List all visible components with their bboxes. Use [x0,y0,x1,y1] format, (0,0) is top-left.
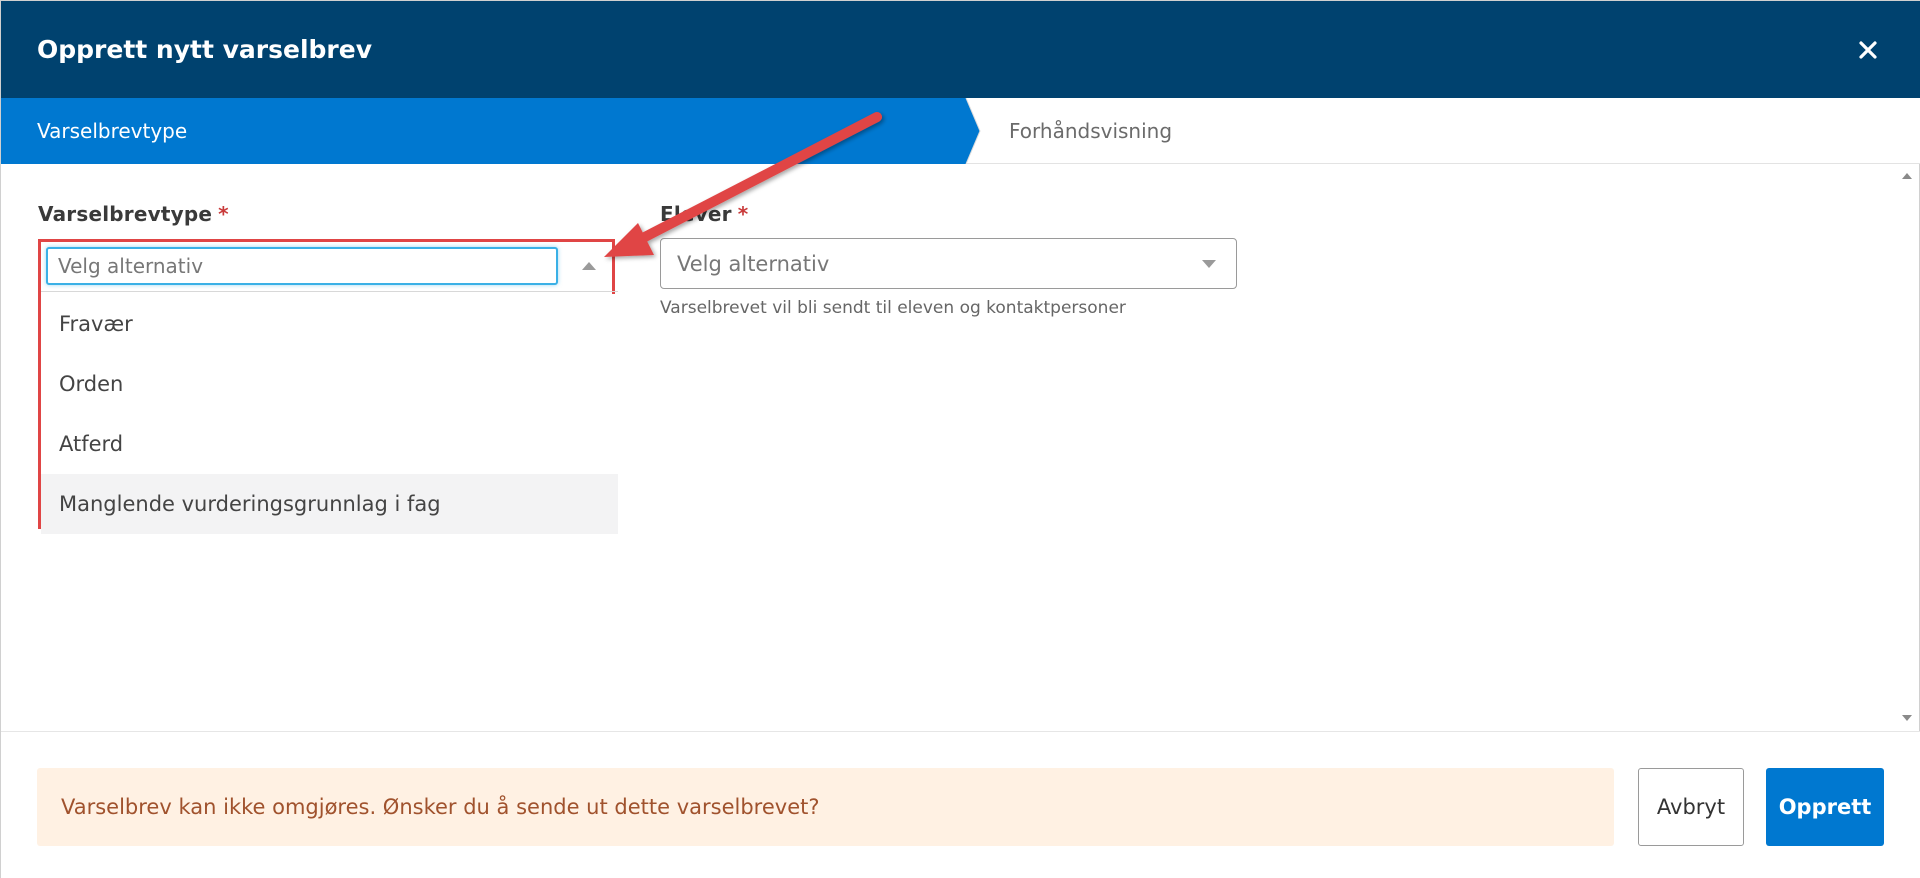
elever-placeholder: Velg alternativ [677,252,830,276]
varselbrevtype-dropdown: Fravær Orden Atferd Manglende vurderings… [38,239,618,534]
option-manglende-vurderingsgrunnlag[interactable]: Manglende vurderingsgrunnlag i fag [41,474,618,534]
dialog-footer: Varselbrev kan ikke omgjøres. Ønsker du … [1,731,1920,878]
close-button[interactable] [1851,33,1885,67]
scroll-down-icon[interactable] [1902,715,1912,721]
elever-label-text: Elever [660,202,732,226]
create-warning-letter-dialog: Opprett nytt varselbrev Varselbrevtype F… [0,0,1920,878]
varselbrevtype-search-input[interactable] [46,247,558,285]
elever-helper-text: Varselbrevet vil bli sendt til eleven og… [660,298,1126,318]
close-icon [1859,41,1877,59]
step-arrow-shape [963,98,981,164]
varselbrevtype-label: Varselbrevtype * [38,202,229,226]
chevron-down-icon[interactable] [1202,260,1216,268]
dialog-title: Opprett nytt varselbrev [37,35,373,64]
elever-label: Elever * [660,202,748,226]
option-atferd[interactable]: Atferd [41,414,618,474]
dialog-header: Opprett nytt varselbrev [1,1,1920,98]
varselbrevtype-options: Fravær Orden Atferd Manglende vurderings… [41,294,618,534]
chevron-up-icon[interactable] [582,262,596,270]
warning-banner: Varselbrev kan ikke omgjøres. Ønsker du … [37,768,1614,846]
required-marker: * [737,202,749,226]
step-label: Varselbrevtype [37,119,188,143]
option-fravaer[interactable]: Fravær [41,294,618,354]
create-button[interactable]: Opprett [1766,768,1884,846]
content-scrollbar[interactable] [1895,164,1919,731]
option-orden[interactable]: Orden [41,354,618,414]
varselbrevtype-select[interactable] [41,242,618,292]
step-varselbrevtype[interactable]: Varselbrevtype [1,98,963,164]
elever-select[interactable]: Velg alternativ [660,238,1237,289]
varselbrevtype-label-text: Varselbrevtype [38,202,213,226]
required-marker: * [218,202,229,226]
step-forhandsvisning[interactable]: Forhåndsvisning [1009,119,1172,143]
wizard-steps: Varselbrevtype Forhåndsvisning [1,98,1920,164]
cancel-button[interactable]: Avbryt [1638,768,1744,846]
scroll-up-icon[interactable] [1902,173,1912,179]
warning-text: Varselbrev kan ikke omgjøres. Ønsker du … [61,795,820,819]
